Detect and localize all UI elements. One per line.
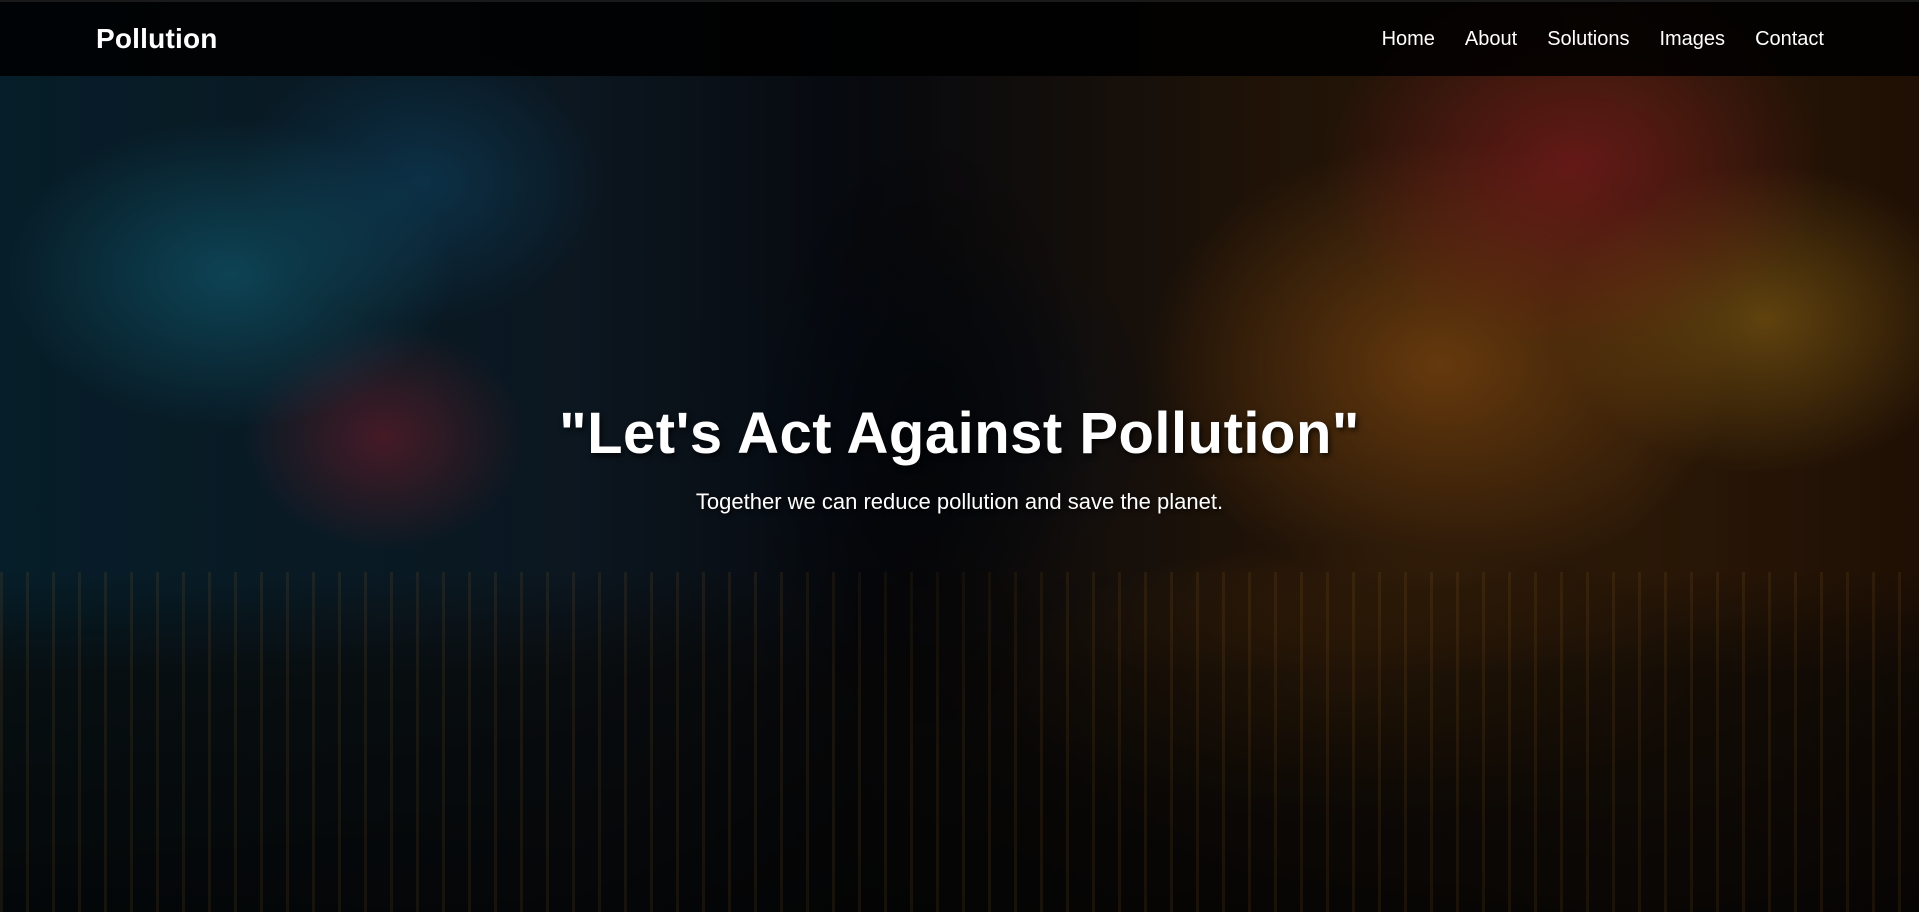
nav-item-home: Home: [1382, 28, 1435, 51]
hero-title: "Let's Act Against Pollution": [559, 401, 1360, 466]
nav-item-contact: Contact: [1755, 28, 1824, 51]
nav-item-about: About: [1465, 28, 1517, 51]
nav-link-solutions[interactable]: Solutions: [1547, 28, 1629, 50]
nav-item-images: Images: [1659, 28, 1725, 51]
hero-section: "Let's Act Against Pollution" Together w…: [0, 400, 1919, 515]
nav-link-about[interactable]: About: [1465, 28, 1517, 50]
nav-link-contact[interactable]: Contact: [1755, 28, 1824, 50]
hero-subtitle: Together we can reduce pollution and sav…: [695, 489, 1224, 514]
nav-item-solutions: Solutions: [1547, 28, 1629, 51]
brand-logo-link[interactable]: Pollution: [96, 23, 218, 55]
nav-link-images[interactable]: Images: [1659, 28, 1725, 50]
nav-link-home[interactable]: Home: [1382, 28, 1435, 50]
navbar: Pollution Home About Solutions Images Co…: [0, 0, 1919, 76]
nav-links: Home About Solutions Images Contact: [1382, 28, 1824, 51]
page: Pollution Home About Solutions Images Co…: [0, 0, 1919, 912]
